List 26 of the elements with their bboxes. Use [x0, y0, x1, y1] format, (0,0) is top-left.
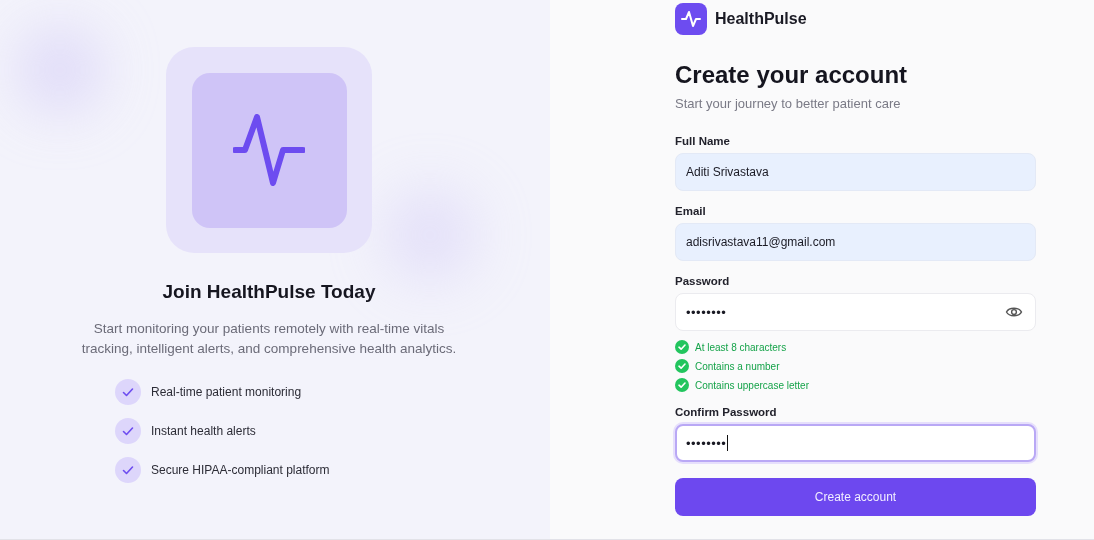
field-label: Confirm Password: [675, 406, 778, 418]
feature-text: Instant health alerts: [151, 424, 256, 438]
rule-text: Contains uppercase letter: [695, 379, 809, 391]
field-label: Email: [675, 205, 707, 217]
rule-text: At least 8 characters: [695, 341, 787, 353]
input-field[interactable]: Aditi Srivastava: [675, 153, 1036, 191]
brand-name: HealthPulse: [715, 10, 807, 28]
pulse-icon: [233, 114, 305, 186]
create-account-button[interactable]: Create account: [675, 478, 1036, 516]
field-label: Password: [675, 275, 731, 287]
hero-title: Join HealthPulse Today: [162, 281, 376, 303]
field-label: Full Name: [675, 135, 731, 147]
input-field[interactable]: ••••••••: [675, 424, 1036, 462]
form-title: Create your account: [675, 61, 909, 89]
logo-icon: [675, 3, 707, 35]
check-icon: [115, 379, 141, 405]
input-field[interactable]: adisrivastava11@gmail.com: [675, 223, 1036, 261]
check-icon: [115, 418, 141, 444]
input-field[interactable]: ••••••••: [675, 293, 1036, 331]
text-cursor: [727, 435, 729, 451]
check-icon: [115, 457, 141, 483]
form-subtitle: Start your journey to better patient care: [675, 96, 902, 111]
rule-text: Contains a number: [695, 360, 780, 372]
feature-text: Real-time patient monitoring: [151, 385, 302, 399]
feature-text: Secure HIPAA-compliant platform: [151, 463, 330, 477]
hero-description: Start monitoring your patients remotely with real-time vitals tracking, intelligent alerts, and comprehensive health analytics.: [80, 320, 458, 358]
